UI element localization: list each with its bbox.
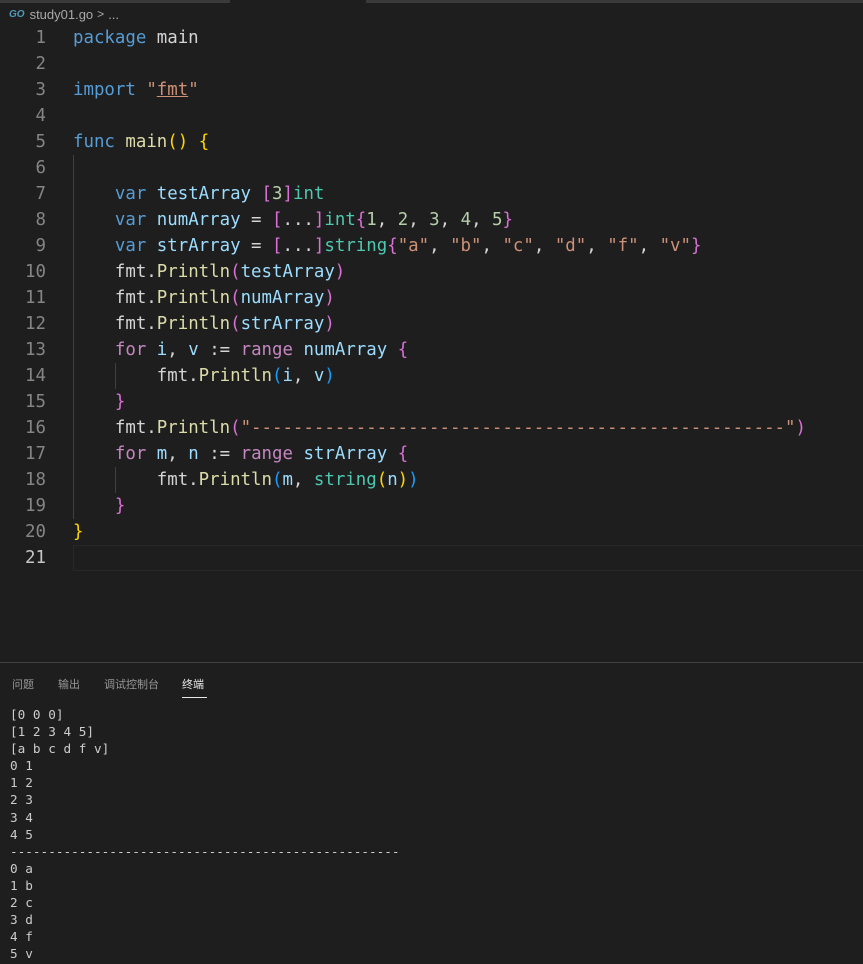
code-text: fmt.Println(testArray) xyxy=(114,262,346,282)
line-number: 21 xyxy=(25,548,46,568)
line-number: 19 xyxy=(25,496,46,516)
bottom-panel: 问题 输出 调试控制台 终端 [0 0 0] [1 2 3 4 5] [a b c … xyxy=(0,662,863,964)
tab-problems[interactable]: 问题 xyxy=(12,676,34,692)
code-line[interactable]: 13 for i, v := range numArray { xyxy=(0,337,863,363)
code-line[interactable]: 14 fmt.Println(i, v) xyxy=(0,363,863,389)
code-line[interactable]: 4 xyxy=(0,103,863,129)
terminal-line: 4 5 xyxy=(10,826,33,842)
code-line[interactable]: 12 fmt.Println(strArray) xyxy=(0,311,863,337)
terminal-line: [0 0 0] xyxy=(10,707,64,722)
line-number: 4 xyxy=(35,106,46,126)
breadcrumb: GO study01.go > ... xyxy=(0,0,863,28)
code-line[interactable]: 7 var testArray [3]int xyxy=(0,181,863,207)
terminal-line: 1 b xyxy=(10,877,33,893)
code-line[interactable]: 1 package main xyxy=(0,25,863,51)
code-text: fmt.Println(i, v) xyxy=(156,366,335,386)
code-line[interactable]: 6 xyxy=(0,155,863,181)
line-number: 3 xyxy=(35,80,46,100)
line-number: 1 xyxy=(35,28,46,48)
code-text: func main() { xyxy=(73,132,210,152)
code-text: var testArray [3]int xyxy=(114,184,325,204)
line-number: 13 xyxy=(25,340,46,360)
terminal-line: [a b c d f v] xyxy=(10,741,110,757)
terminal-line: 2 c xyxy=(10,895,33,911)
code-line[interactable]: 8 var numArray = [...]int{1, 2, 3, 4, 5} xyxy=(0,207,863,233)
line-number: 17 xyxy=(25,444,46,464)
indent-guide xyxy=(115,467,116,493)
code-text: package main xyxy=(73,28,199,48)
terminal-line: 4 f xyxy=(10,929,33,945)
terminal-line: ----------------------------------------… xyxy=(10,843,400,859)
tab-bar-edge xyxy=(0,0,863,3)
line-number: 14 xyxy=(25,366,46,386)
code-line[interactable]: 3 import "fmt" xyxy=(0,77,863,103)
code-text: } xyxy=(114,392,126,412)
line-number: 7 xyxy=(35,184,46,204)
breadcrumb-more[interactable]: ... xyxy=(108,7,119,22)
code-line[interactable]: 16 fmt.Println("------------------------… xyxy=(0,415,863,441)
line-number: 18 xyxy=(25,470,46,490)
code-line[interactable]: 5 func main() { xyxy=(0,129,863,155)
code-line[interactable]: 18 fmt.Println(m, string(n)) xyxy=(0,467,863,493)
code-text: import "fmt" xyxy=(73,80,199,100)
current-line-highlight xyxy=(73,545,863,571)
go-file-icon: GO xyxy=(9,8,25,20)
line-number: 2 xyxy=(35,54,46,74)
code-text: for m, n := range strArray { xyxy=(114,444,409,464)
code-editor[interactable]: 1 package main 2 3 import "fmt" 4 5 func main()… xyxy=(0,25,863,665)
tab-debug-console[interactable]: 调试控制台 xyxy=(104,676,159,692)
code-line[interactable]: 10 fmt.Println(testArray) xyxy=(0,259,863,285)
panel-tabs: 问题 输出 调试控制台 终端 xyxy=(0,663,863,699)
terminal-line: 3 4 xyxy=(10,809,33,825)
code-text: fmt.Println(m, string(n)) xyxy=(156,470,419,490)
line-number: 10 xyxy=(25,262,46,282)
terminal-line: 3 d xyxy=(10,912,33,928)
tab-terminal[interactable]: 终端 xyxy=(182,676,204,692)
chevron-right-icon: > xyxy=(97,7,105,21)
breadcrumb-file[interactable]: study01.go xyxy=(30,7,94,22)
code-text: fmt.Println(strArray) xyxy=(114,314,335,334)
code-line[interactable]: 21 xyxy=(0,545,863,571)
code-text: for i, v := range numArray { xyxy=(114,340,409,360)
terminal-line: 2 3 xyxy=(10,792,33,808)
code-line[interactable]: 9 var strArray = [...]string{"a", "b", "… xyxy=(0,233,863,259)
code-text: var numArray = [...]int{1, 2, 3, 4, 5} xyxy=(114,210,513,230)
terminal-line: 0 1 xyxy=(10,758,33,774)
line-number: 5 xyxy=(35,132,46,152)
code-line[interactable]: 2 xyxy=(0,51,863,77)
terminal-output[interactable]: [0 0 0] [1 2 3 4 5] [a b c d f v] 0 11 22 3… xyxy=(10,706,400,962)
code-text: fmt.Println(numArray) xyxy=(114,288,335,308)
code-text: fmt.Println("---------------------------… xyxy=(114,418,806,438)
active-tab-indicator xyxy=(182,697,207,698)
indent-guide xyxy=(115,363,116,389)
tab-output[interactable]: 输出 xyxy=(58,676,80,692)
terminal-line: 5 v xyxy=(10,946,33,962)
code-line[interactable]: 17 for m, n := range strArray { xyxy=(0,441,863,467)
code-line[interactable]: 15 } xyxy=(0,389,863,415)
line-number: 16 xyxy=(25,418,46,438)
code-text: var strArray = [...]string{"a", "b", "c"… xyxy=(114,236,702,256)
line-number: 8 xyxy=(35,210,46,230)
line-number: 11 xyxy=(25,288,46,308)
line-number: 6 xyxy=(35,158,46,178)
line-number: 20 xyxy=(25,522,46,542)
code-text: } xyxy=(73,522,84,542)
terminal-line: [1 2 3 4 5] xyxy=(10,724,95,740)
code-line[interactable]: 11 fmt.Println(numArray) xyxy=(0,285,863,311)
code-line[interactable]: 19 } xyxy=(0,493,863,519)
terminal-line: 0 a xyxy=(10,860,33,876)
line-number: 9 xyxy=(35,236,46,256)
indent-guide xyxy=(73,155,74,519)
line-number: 12 xyxy=(25,314,46,334)
terminal-line: 1 2 xyxy=(10,775,33,791)
line-number: 15 xyxy=(25,392,46,412)
code-line[interactable]: 20} xyxy=(0,519,863,545)
code-text: } xyxy=(114,496,126,516)
